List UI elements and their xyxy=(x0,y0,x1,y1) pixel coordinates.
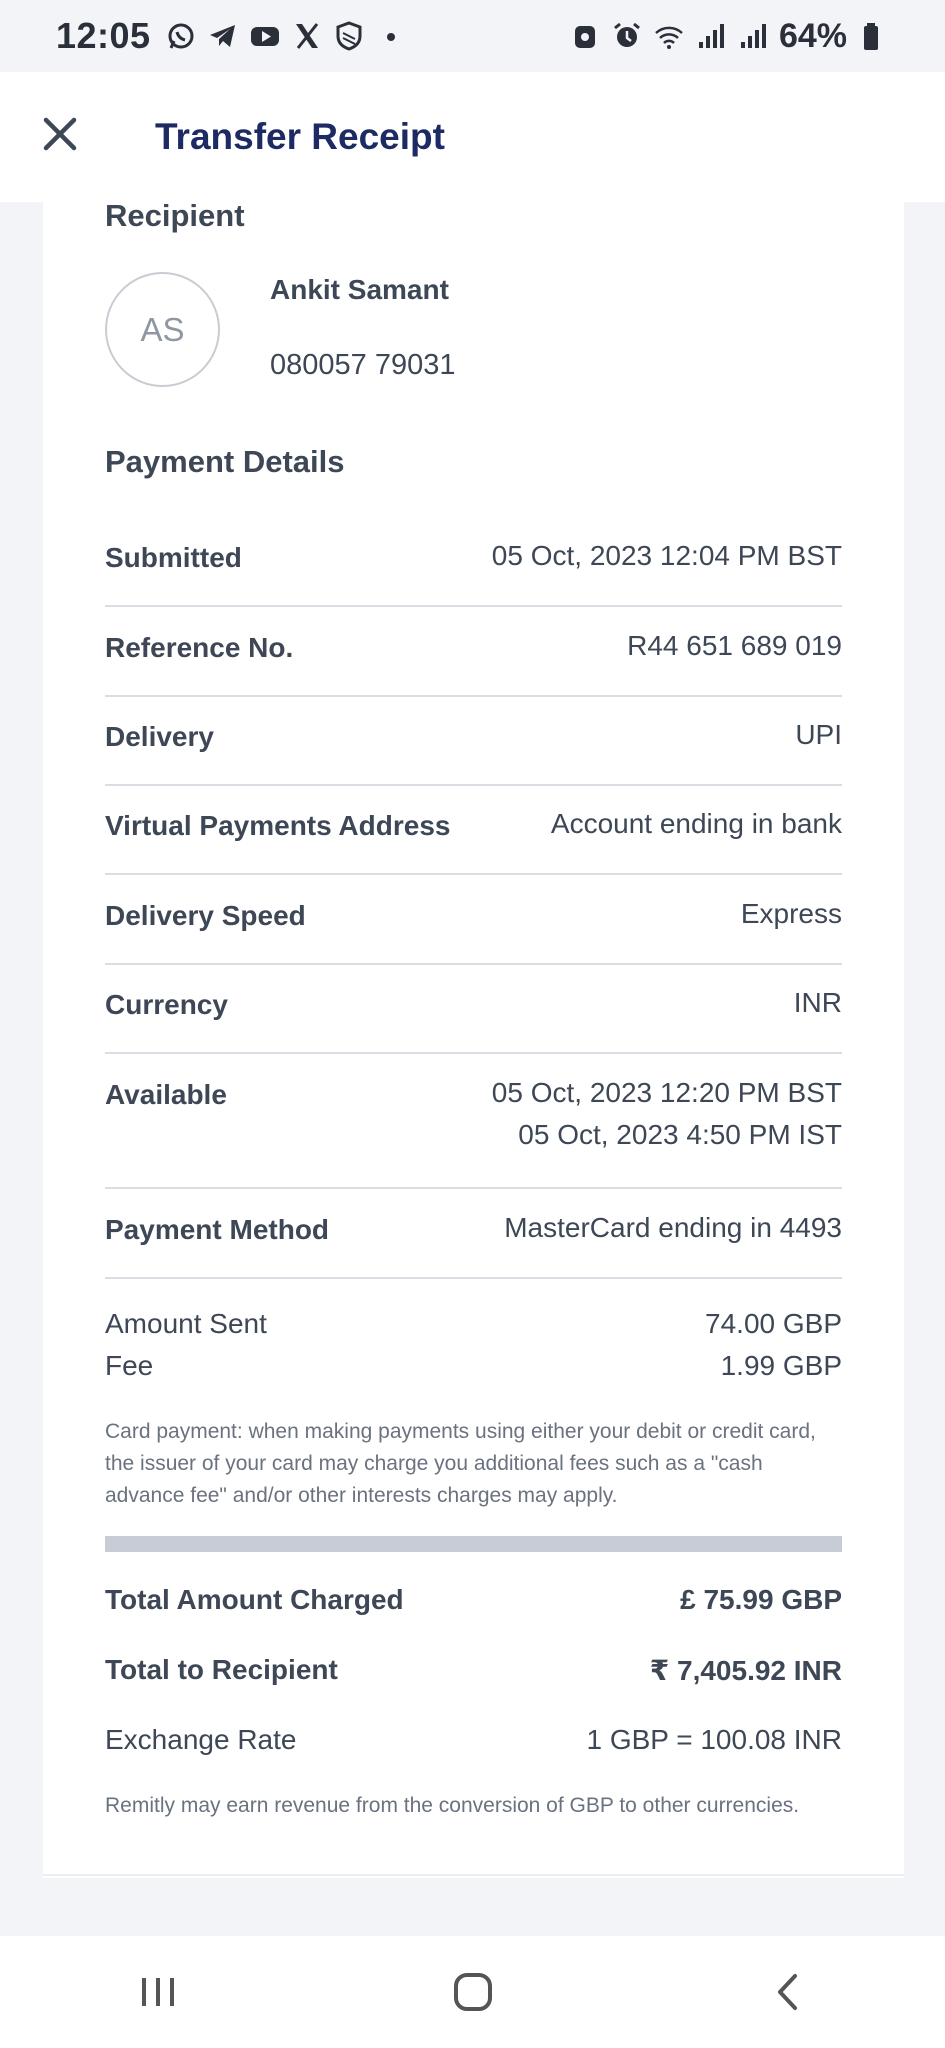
detail-label: Payment Method xyxy=(105,1214,330,1245)
available-time-ist: 05 Oct, 2023 4:50 PM IST xyxy=(518,1119,842,1150)
battery-icon xyxy=(857,20,889,52)
recipient-phone: 080057 79031 xyxy=(270,349,456,381)
detail-value: UPI xyxy=(795,719,842,750)
total-charged-row: Total Amount Charged £ 75.99 GBP xyxy=(105,1584,842,1616)
status-time: 12:05 xyxy=(56,15,151,56)
detail-row-delivery-speed: Delivery Speed Express xyxy=(105,898,842,965)
detail-label: Virtual Payments Address xyxy=(105,810,451,841)
detail-value: INR xyxy=(793,987,842,1018)
total-charged-value: £ 75.99 GBP xyxy=(680,1584,842,1615)
detail-row-available: Available 05 Oct, 2023 12:20 PM BST 05 O… xyxy=(105,1077,842,1189)
recent-apps-button[interactable] xyxy=(118,1952,198,2032)
detail-label: Submitted xyxy=(105,542,242,573)
home-button[interactable] xyxy=(433,1952,513,2032)
page-title: Transfer Receipt xyxy=(155,116,445,157)
avatar: AS xyxy=(105,272,220,387)
detail-value-group: 05 Oct, 2023 12:20 PM BST 05 Oct, 2023 4… xyxy=(492,1072,842,1156)
detail-row-reference: Reference No. R44 651 689 019 xyxy=(105,630,842,697)
detail-row-payment-method: Payment Method MasterCard ending in 4493 xyxy=(105,1212,842,1279)
detail-label: Reference No. xyxy=(105,632,294,663)
lock-icon xyxy=(569,20,601,52)
back-icon xyxy=(777,1974,797,2010)
recipient-section-title: Recipient xyxy=(105,198,245,233)
totals-divider xyxy=(105,1536,842,1552)
wifi-icon xyxy=(653,20,685,52)
system-icons: 64% xyxy=(569,17,889,56)
alarm-icon xyxy=(611,20,643,52)
detail-label: Currency xyxy=(105,989,228,1020)
detail-label: Delivery xyxy=(105,721,214,752)
card-payment-disclaimer: Card payment: when making payments using… xyxy=(105,1420,816,1507)
available-time-bst: 05 Oct, 2023 12:20 PM BST xyxy=(491,1077,842,1108)
payment-details-title: Payment Details xyxy=(105,444,345,479)
detail-row-delivery: Delivery UPI xyxy=(105,719,842,786)
detail-value: Express xyxy=(740,898,842,929)
exchange-rate-value: 1 GBP = 100.08 INR xyxy=(586,1724,842,1755)
detail-row-currency: Currency INR xyxy=(105,987,842,1054)
youtube-icon xyxy=(249,20,281,52)
system-nav-bar xyxy=(0,1936,945,2048)
signal-icon xyxy=(695,20,727,52)
total-recipient-value: ₹ 7,405.92 INR xyxy=(649,1655,842,1686)
telegram-icon xyxy=(207,20,239,52)
exchange-revenue-disclaimer: Remitly may earn revenue from the conver… xyxy=(105,1794,800,1817)
x-icon xyxy=(291,20,323,52)
receipt-card: Recipient AS Ankit Samant 080057 79031 P… xyxy=(43,198,904,1878)
total-charged-label: Total Amount Charged xyxy=(105,1584,404,1615)
dot-icon xyxy=(375,20,407,52)
fee-label: Fee xyxy=(105,1350,154,1381)
detail-label: Available xyxy=(105,1079,227,1110)
close-button[interactable] xyxy=(40,114,80,154)
shield-icon xyxy=(333,20,365,52)
detail-value: 05 Oct, 2023 12:04 PM BST xyxy=(491,540,842,571)
signal-icon xyxy=(737,20,769,52)
amount-sent-row: Amount Sent 74.00 GBP xyxy=(105,1308,842,1340)
exchange-rate-row: Exchange Rate 1 GBP = 100.08 INR xyxy=(105,1724,842,1756)
whatsapp-icon xyxy=(165,20,197,52)
amount-sent-label: Amount Sent xyxy=(105,1308,267,1339)
home-icon xyxy=(453,1973,492,2011)
close-icon xyxy=(43,117,77,151)
battery-percent: 64% xyxy=(778,16,847,55)
amount-sent-value: 74.00 GBP xyxy=(705,1308,842,1339)
status-bar: 12:05 64% xyxy=(0,0,945,72)
detail-value: Account ending in bank xyxy=(550,808,842,839)
exchange-rate-label: Exchange Rate xyxy=(105,1724,297,1755)
detail-value: MasterCard ending in 4493 xyxy=(504,1212,842,1243)
detail-label: Delivery Speed xyxy=(105,900,306,931)
detail-row-submitted: Submitted 05 Oct, 2023 12:04 PM BST xyxy=(105,540,842,607)
fee-value: 1.99 GBP xyxy=(720,1350,842,1381)
total-recipient-label: Total to Recipient xyxy=(105,1654,338,1685)
app-header: Transfer Receipt xyxy=(0,72,945,202)
detail-row-vpa: Virtual Payments Address Account ending … xyxy=(105,808,842,875)
notification-icons xyxy=(165,20,407,52)
total-recipient-row: Total to Recipient ₹ 7,405.92 INR xyxy=(105,1654,842,1687)
fee-row: Fee 1.99 GBP xyxy=(105,1350,842,1382)
recipient-name: Ankit Samant xyxy=(270,274,449,305)
back-button[interactable] xyxy=(748,1952,828,2032)
detail-value: R44 651 689 019 xyxy=(627,630,842,661)
recent-apps-icon xyxy=(141,1978,174,2006)
card-bottom-divider xyxy=(43,1874,904,1876)
